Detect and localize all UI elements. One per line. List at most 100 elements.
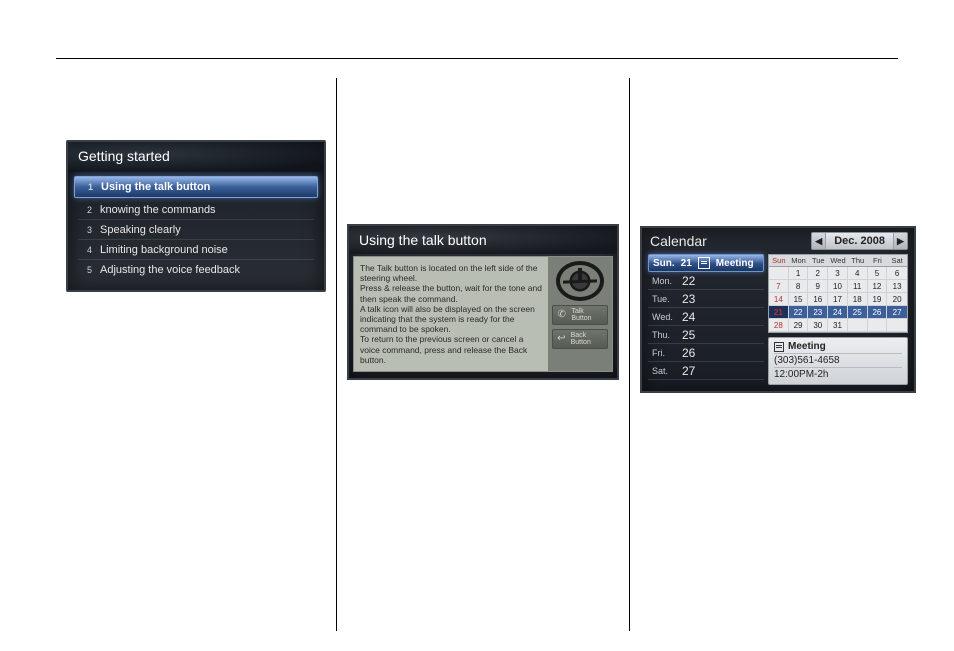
mini-cal-cell[interactable]: 15 xyxy=(789,293,809,306)
day: 22 xyxy=(682,274,695,288)
next-month-button[interactable]: ▶ xyxy=(893,233,907,249)
event-time: 12:00PM-2h xyxy=(774,367,902,380)
mini-cal-cell xyxy=(848,319,868,332)
mini-cal-cell[interactable]: 2 xyxy=(808,267,828,280)
mini-cal-cell[interactable]: 22 xyxy=(789,306,809,319)
selected-event: Meeting xyxy=(716,258,754,269)
menu-item-label: knowing the commands xyxy=(100,204,216,216)
day: 23 xyxy=(682,292,695,306)
dow: Thu. xyxy=(652,330,674,340)
selected-day: 21 xyxy=(681,258,692,269)
mini-cal-cell[interactable]: 21 xyxy=(769,306,789,319)
mini-cal-cell[interactable]: 18 xyxy=(848,293,868,306)
mini-head-cell: Sat xyxy=(887,255,907,266)
talk-button-side: ✆ Talk Button ↩ Back Button xyxy=(548,257,612,371)
calendar-title: Calendar xyxy=(650,233,805,249)
mini-cal-cell[interactable]: 24 xyxy=(828,306,848,319)
menu-item-label: Adjusting the voice feedback xyxy=(100,264,240,276)
calendar-right: SunMonTueWedThuFriSat 123456789101112131… xyxy=(768,254,908,385)
day-row[interactable]: Sat. 27 xyxy=(648,362,764,380)
mini-cal-cell[interactable]: 25 xyxy=(848,306,868,319)
month-navigator: ◀ Dec. 2008 ▶ xyxy=(811,232,908,250)
mini-cal-cell[interactable]: 8 xyxy=(789,280,809,293)
mini-cal-cell[interactable]: 3 xyxy=(828,267,848,280)
menu-item-number: 4 xyxy=(78,245,92,255)
mini-cal-cell[interactable]: 29 xyxy=(789,319,809,332)
mini-cal-cell[interactable]: 7 xyxy=(769,280,789,293)
event-card[interactable]: Meeting (303)561-4658 12:00PM-2h xyxy=(768,337,908,385)
mini-cal-cell[interactable]: 6 xyxy=(887,267,907,280)
selected-day-row[interactable]: Sun. 21 Meeting xyxy=(648,254,764,272)
menu-item-1[interactable]: 1 Using the talk button xyxy=(74,176,318,198)
event-icon xyxy=(698,257,710,269)
mini-cal-cell[interactable]: 28 xyxy=(769,319,789,332)
event-card-icon xyxy=(774,342,784,352)
prev-month-button[interactable]: ◀ xyxy=(812,233,826,249)
mini-cal-cell[interactable]: 31 xyxy=(828,319,848,332)
menu-item-5[interactable]: 5 Adjusting the voice feedback xyxy=(78,260,314,280)
event-title: Meeting xyxy=(788,341,826,352)
calendar-body: Sun. 21 Meeting Mon. 22 Tue. 23 Wed. xyxy=(642,252,914,385)
day-row[interactable]: Thu. 25 xyxy=(648,326,764,344)
back-button-callout: ↩ Back Button xyxy=(552,329,608,349)
mini-head-cell: Sun xyxy=(769,255,789,266)
menu-item-2[interactable]: 2 knowing the commands xyxy=(78,200,314,220)
mini-cal-cell[interactable]: 9 xyxy=(808,280,828,293)
mini-cal-cell[interactable]: 5 xyxy=(868,267,888,280)
mini-cal-cell[interactable]: 14 xyxy=(769,293,789,306)
mini-cal-cell[interactable]: 12 xyxy=(868,280,888,293)
talk-icon: ✆ xyxy=(556,309,567,321)
day-row[interactable]: Fri. 26 xyxy=(648,344,764,362)
event-phone: (303)561-4658 xyxy=(774,353,902,366)
menu-item-4[interactable]: 4 Limiting background noise xyxy=(78,240,314,260)
day: 25 xyxy=(682,328,695,342)
menu-item-number: 5 xyxy=(78,265,92,275)
menu-item-number: 2 xyxy=(78,205,92,215)
month-label: Dec. 2008 xyxy=(826,235,893,247)
talk-button-body: The Talk button is located on the left s… xyxy=(353,256,613,372)
menu-item-number: 1 xyxy=(79,182,93,192)
column-1: Getting started 1 Using the talk button … xyxy=(56,78,337,631)
calendar-header: Calendar ◀ Dec. 2008 ▶ xyxy=(642,228,914,252)
mini-head-cell: Mon xyxy=(789,255,809,266)
talk-button-title: Using the talk button xyxy=(349,226,617,254)
mini-head-cell: Fri xyxy=(868,255,888,266)
mini-cal-cell[interactable]: 20 xyxy=(887,293,907,306)
mini-cal-cell[interactable]: 26 xyxy=(868,306,888,319)
back-icon: ↩ xyxy=(556,333,567,345)
mini-cal-cell[interactable]: 10 xyxy=(828,280,848,293)
day: 26 xyxy=(682,346,695,360)
dow: Wed. xyxy=(652,312,674,322)
mini-head-cell: Thu xyxy=(848,255,868,266)
mini-cal-cell[interactable]: 19 xyxy=(868,293,888,306)
calendar-panel: Calendar ◀ Dec. 2008 ▶ Sun. 21 Meeting xyxy=(640,226,916,393)
mini-head-cell: Tue xyxy=(808,255,828,266)
talk-button-text: The Talk button is located on the left s… xyxy=(354,257,548,371)
day-row[interactable]: Wed. 24 xyxy=(648,308,764,326)
mini-cal-head: SunMonTueWedThuFriSat xyxy=(768,254,908,267)
mini-cal-cell[interactable]: 30 xyxy=(808,319,828,332)
menu-item-label: Limiting background noise xyxy=(100,244,228,256)
dow: Sat. xyxy=(652,366,674,376)
column-2: Using the talk button The Talk button is… xyxy=(337,78,630,631)
mini-head-cell: Wed xyxy=(828,255,848,266)
back-button-label: Back Button xyxy=(571,332,604,346)
getting-started-list: 1 Using the talk button 2 knowing the co… xyxy=(68,172,324,290)
mini-cal-cell[interactable]: 27 xyxy=(887,306,907,319)
day-row[interactable]: Mon. 22 xyxy=(648,272,764,290)
mini-cal-cell[interactable]: 13 xyxy=(887,280,907,293)
talk-button-label: Talk Button xyxy=(571,308,604,322)
mini-cal-cell[interactable]: 23 xyxy=(808,306,828,319)
mini-cal-cell[interactable]: 1 xyxy=(789,267,809,280)
mini-cal-cell[interactable]: 17 xyxy=(828,293,848,306)
day-row[interactable]: Tue. 23 xyxy=(648,290,764,308)
menu-item-3[interactable]: 3 Speaking clearly xyxy=(78,220,314,240)
calendar-week-list: Sun. 21 Meeting Mon. 22 Tue. 23 Wed. xyxy=(648,254,764,385)
mini-cal-cell[interactable]: 4 xyxy=(848,267,868,280)
mini-cal-cell xyxy=(868,319,888,332)
talk-button-callout: ✆ Talk Button xyxy=(552,305,608,325)
mini-cal-cell[interactable]: 11 xyxy=(848,280,868,293)
menu-item-label: Using the talk button xyxy=(101,181,210,193)
mini-cal-cell[interactable]: 16 xyxy=(808,293,828,306)
mini-cal-grid[interactable]: 1234567891011121314151617181920212223242… xyxy=(768,267,908,333)
